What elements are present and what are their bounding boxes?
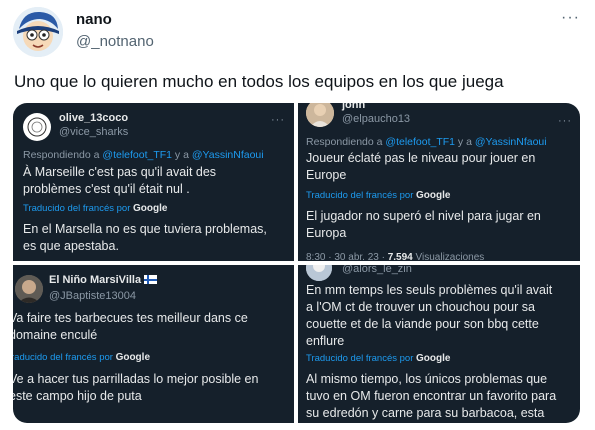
author-name[interactable]: nano — [76, 11, 112, 28]
panel-user-handle: @alors_le_zin — [342, 265, 412, 275]
tweet-meta: 8:30 · 30 abr. 23 · 7.594 Visualizacione… — [306, 252, 485, 261]
more-dots-icon: ··· — [558, 115, 572, 127]
original-text: En mm temps les seuls problèmes qu'il av… — [306, 283, 553, 348]
avatar — [306, 103, 334, 127]
finland-flag-icon — [144, 275, 158, 284]
translation-text: Ve a hacer tus parrilladas lo mejor posi… — [13, 372, 259, 403]
translation-text: El jugador no superó el nivel para jugar… — [306, 209, 541, 240]
translation-text: En el Marsella no es que tuviera problem… — [23, 222, 267, 253]
avatar — [306, 265, 332, 281]
translation-text: Al mismo tiempo, los únicos problemas qu… — [306, 372, 557, 420]
reply-context: Respondiendo a @telefoot_TF1 y a @Yassin… — [23, 149, 264, 161]
screenshot-panel-3[interactable]: El Niño MarsiVilla @JBaptiste13004 Va fa… — [13, 265, 294, 423]
author-avatar[interactable] — [13, 7, 63, 57]
panel-user-handle: @vice_sharks — [59, 126, 129, 138]
panel-user-handle: @JBaptiste13004 — [49, 290, 137, 302]
panel-user-name: olive_13coco — [59, 112, 129, 124]
screenshot-panel-1[interactable]: olive_13coco @vice_sharks ··· Respondien… — [13, 103, 294, 261]
screenshot-panel-4[interactable]: @alors_le_zin En mm temps les seuls prob… — [298, 265, 580, 423]
original-text: À Marseille c'est pas qu'il avait des pr… — [23, 165, 217, 196]
more-dots-icon[interactable]: ··· — [561, 9, 580, 27]
tweet-media-grid[interactable]: olive_13coco @vice_sharks ··· Respondien… — [13, 103, 580, 423]
original-text: Joueur éclaté pas le niveau pour jouer e… — [306, 151, 536, 182]
tweet-text: Uno que lo quieren mucho en todos los eq… — [14, 72, 504, 91]
screenshot-panel-2[interactable]: john @elpaucho13 ··· Respondiendo a @tel… — [298, 103, 580, 261]
translation-credit: Traducido del francés por Google — [306, 190, 451, 201]
panel-user-name: El Niño MarsiVilla — [49, 274, 158, 286]
translation-credit: Traducido del francés por Google — [306, 353, 451, 364]
more-dots-icon: ··· — [271, 114, 285, 126]
avatar — [23, 113, 51, 141]
panel-user-handle: @elpaucho13 — [342, 113, 411, 125]
panel-user-name: john — [342, 103, 366, 111]
avatar — [15, 275, 43, 303]
author-handle[interactable]: @_notnano — [76, 33, 154, 50]
reply-context: Respondiendo a @telefoot_TF1 y a @Yassin… — [306, 136, 547, 148]
original-text: Va faire tes barbecues tes meilleur dans… — [13, 311, 248, 342]
translation-credit: Traducido del francés por Google — [23, 203, 168, 214]
translation-credit: raducido del francés por Google — [13, 352, 151, 363]
